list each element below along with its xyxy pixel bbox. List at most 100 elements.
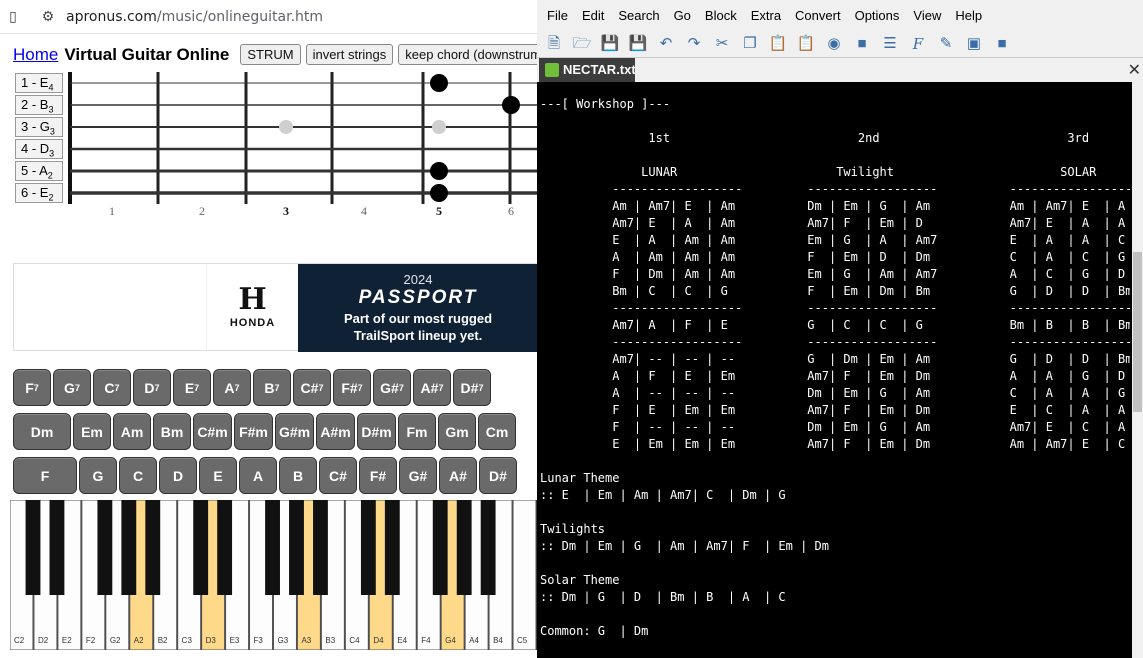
font-icon[interactable]: F — [907, 34, 929, 54]
bookmark-tool-icon[interactable]: ■ — [851, 34, 873, 54]
new-file-icon[interactable]: 🗎 — [543, 34, 565, 54]
finger-dot[interactable] — [430, 162, 448, 180]
chord-button-Gsharpm[interactable]: G#m — [275, 413, 314, 450]
cut-icon[interactable]: ✂ — [711, 34, 733, 54]
text-line[interactable]: F | -- | -- | -- Dm | Em | G | Am Am7| E… — [540, 419, 1130, 436]
chord-button-Csharpm[interactable]: C#m — [193, 413, 232, 450]
black-key[interactable] — [49, 500, 65, 595]
menu-edit[interactable]: Edit — [582, 8, 604, 23]
fretboard-graphic[interactable]: 1 2 3 4 5 6 — [15, 70, 537, 220]
finger-dot[interactable] — [430, 74, 448, 92]
chord-button-Gsharp7[interactable]: G# 7 — [373, 369, 411, 406]
text-line[interactable]: 1st 2nd 3rd — [540, 130, 1130, 147]
black-key[interactable] — [145, 500, 161, 595]
chord-button-Cm[interactable]: Cm — [478, 413, 516, 450]
chord-button-Fm[interactable]: Fm — [398, 413, 436, 450]
black-key[interactable] — [97, 500, 113, 595]
save-icon[interactable]: 💾 — [599, 34, 621, 54]
undo-icon[interactable]: ↶ — [655, 34, 677, 54]
save-all-icon[interactable]: 💾 — [627, 34, 649, 54]
chord-button-A[interactable]: A — [239, 457, 277, 494]
text-line[interactable]: F | Dm | Am | Am Em | G | Am | Am7 A | C… — [540, 266, 1130, 283]
text-line[interactable]: ---[ Workshop ]--- — [540, 96, 1130, 113]
menu-help[interactable]: Help — [955, 8, 982, 23]
strum-button[interactable]: STRUM — [240, 44, 301, 65]
chord-button-G7[interactable]: G7 — [53, 369, 91, 406]
menu-search[interactable]: Search — [618, 8, 659, 23]
text-line[interactable]: F | E | Em | Em Am7| F | Em | Dm E | C |… — [540, 402, 1130, 419]
black-key[interactable] — [313, 500, 328, 595]
black-key[interactable] — [25, 500, 41, 595]
editor-text[interactable]: ---[ Workshop ]--- 1st 2nd 3rd LUNAR Twi… — [540, 96, 1130, 658]
close-icon[interactable]: ✕ — [1128, 60, 1141, 80]
black-key[interactable] — [480, 500, 496, 595]
black-key[interactable] — [217, 500, 233, 595]
menu-view[interactable]: View — [913, 8, 941, 23]
redo-icon[interactable]: ↷ — [683, 34, 705, 54]
chord-button-Csharp[interactable]: C# — [319, 457, 357, 494]
chord-button-E7[interactable]: E7 — [173, 369, 211, 406]
black-key[interactable] — [121, 500, 137, 595]
chord-button-Dm[interactable]: Dm — [13, 413, 71, 450]
vertical-scrollbar[interactable] — [1132, 82, 1143, 658]
site-info-icon[interactable]: ⚙ — [36, 8, 60, 25]
text-line[interactable]: Twilights — [540, 521, 1130, 538]
chord-button-D[interactable]: D — [159, 457, 197, 494]
address-bar[interactable]: ▯ ⚙ apronus.com/music/onlineguitar.htm — [0, 0, 537, 34]
chord-button-Fsharp7[interactable]: F# 7 — [333, 369, 371, 406]
black-key[interactable] — [289, 500, 304, 595]
url-text[interactable]: apronus.com/music/onlineguitar.htm — [66, 9, 323, 25]
chord-button-Fsharp[interactable]: F# — [359, 457, 397, 494]
text-line[interactable]: A | F | E | Em Am7| F | Em | Dm A | A | … — [540, 368, 1130, 385]
word-wrap-icon[interactable]: ☰ — [879, 34, 901, 54]
honda-logo[interactable]: H HONDA — [206, 264, 298, 352]
chord-button-C7[interactable]: C7 — [93, 369, 131, 406]
tab-nectar[interactable]: NECTAR.txt — [539, 58, 636, 82]
text-line[interactable] — [540, 504, 1130, 521]
black-key[interactable] — [432, 500, 448, 595]
finger-dot[interactable] — [430, 184, 448, 202]
string-label-3[interactable]: 3 - G3 — [15, 117, 63, 137]
fret-marker[interactable] — [432, 120, 446, 134]
piano-keyboard[interactable]: C2 D2 E2 F2 G2 A2 B2 C3 D3 E3 F3 G3 A3 B3 C4 D4 E4 F4 G4 A4… — [10, 500, 537, 650]
bookmark-icon[interactable]: ▯ — [0, 8, 26, 25]
chord-button-Asharp7[interactable]: A# 7 — [413, 369, 451, 406]
string-label-4[interactable]: 4 - D3 — [15, 139, 63, 159]
text-line[interactable]: A | -- | -- | -- Dm | Em | G | Am C | A … — [540, 385, 1130, 402]
advertisement[interactable]: H HONDA 2024 PASSPORT Part of our most r… — [13, 263, 537, 352]
text-line[interactable]: E | A | Am | Am Em | G | A | Am7 E | A |… — [540, 232, 1130, 249]
string-label-1[interactable]: 1 - E4 — [15, 73, 63, 93]
open-folder-icon[interactable]: 🗁 — [571, 34, 593, 54]
edit-tool-icon[interactable]: ✎ — [935, 34, 957, 54]
finger-dot[interactable] — [502, 96, 520, 114]
text-line[interactable]: Common: G | Dm — [540, 623, 1130, 640]
text-line[interactable]: Am7| E | A | Am Am7| F | Em | D Am7| E |… — [540, 215, 1130, 232]
text-line[interactable]: E | Em | Em | Em Am7| F | Em | Dm Am | A… — [540, 436, 1130, 453]
chord-button-Gm[interactable]: Gm — [438, 413, 476, 450]
chord-button-Fsharpm[interactable]: F#m — [234, 413, 273, 450]
chord-button-Gsharp[interactable]: G# — [399, 457, 437, 494]
text-line[interactable]: Lunar Theme — [540, 470, 1130, 487]
chord-button-Dsharp[interactable]: D# — [479, 457, 517, 494]
menu-go[interactable]: Go — [674, 8, 691, 23]
chord-button-Csharp7[interactable]: C# 7 — [293, 369, 331, 406]
fretboard[interactable]: 123456 1 - E4 2 - B3 3 - G3 4 - D3 5 - A2 6 -… — [15, 70, 537, 220]
plugin-icon[interactable]: ■ — [991, 34, 1013, 54]
text-line[interactable]: ------------------ ------------------ --… — [540, 300, 1130, 317]
chord-button-C[interactable]: C — [119, 457, 157, 494]
invert-strings-button[interactable]: invert strings — [305, 44, 394, 65]
text-line[interactable]: ------------------ ------------------ --… — [540, 334, 1130, 351]
chord-button-B7[interactable]: B7 — [253, 369, 291, 406]
menu-file[interactable]: File — [547, 8, 568, 23]
chord-button-Dsharpm[interactable]: D#m — [357, 413, 396, 450]
text-line[interactable] — [540, 453, 1130, 470]
chord-button-Em[interactable]: Em — [73, 413, 111, 450]
menu-block[interactable]: Block — [705, 8, 737, 23]
black-key[interactable] — [360, 500, 376, 595]
string-label-5[interactable]: 5 - A2 — [15, 161, 63, 181]
text-line[interactable]: Am7| -- | -- | -- G | Dm | Em | Am G | D… — [540, 351, 1130, 368]
chord-button-F7[interactable]: F7 — [13, 369, 51, 406]
scrollbar-thumb[interactable] — [1133, 252, 1142, 412]
string-label-6[interactable]: 6 - E2 — [15, 183, 63, 203]
chord-button-G[interactable]: G — [79, 457, 117, 494]
